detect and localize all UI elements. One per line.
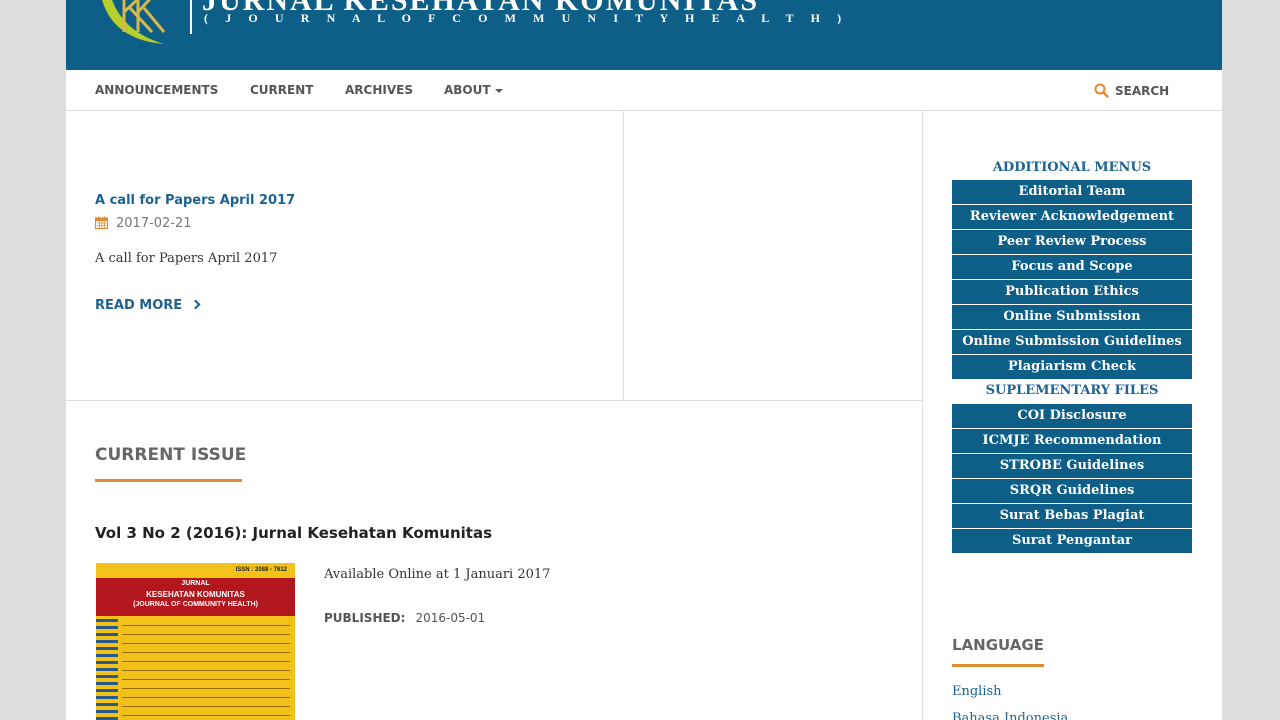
issue-published: PUBLISHED: 2016-05-01 bbox=[324, 611, 485, 625]
cover-content-line bbox=[122, 645, 290, 653]
cover-content-line bbox=[122, 654, 290, 662]
cover-title-line1: JURNAL bbox=[181, 580, 210, 587]
sidebar-focus-and-scope[interactable]: Focus and Scope bbox=[952, 255, 1192, 279]
site-subtitle: ( J O U R N A L O F C O M M U N I T Y H … bbox=[204, 11, 849, 25]
language-bahasa-indonesia[interactable]: Bahasa Indonesia bbox=[952, 711, 1068, 720]
cover-content-line bbox=[122, 636, 290, 644]
issue-cover-image[interactable]: ISSN : 2088 - 7612 JURNAL KESEHATAN KOMU… bbox=[96, 563, 295, 720]
nav-archives[interactable]: ARCHIVES bbox=[345, 83, 413, 97]
cover-content-line bbox=[122, 690, 290, 698]
issue-title[interactable]: Vol 3 No 2 (2016): Jurnal Kesehatan Komu… bbox=[95, 524, 492, 542]
site-header: JURNAL KESEHATAN KOMUNITAS ( J O U R N A… bbox=[66, 0, 1222, 70]
published-date: 2016-05-01 bbox=[415, 611, 486, 625]
section-divider bbox=[66, 400, 923, 401]
sidebar-online-submission-guidelines[interactable]: Online Submission Guidelines bbox=[952, 330, 1192, 354]
sidebar-icmje-recommendation[interactable]: ICMJE Recommendation bbox=[952, 429, 1192, 453]
read-more-label: READ MORE bbox=[95, 298, 183, 313]
search-link[interactable]: SEARCH bbox=[1094, 83, 1169, 98]
announcement-title[interactable]: A call for Papers April 2017 bbox=[95, 193, 295, 208]
search-label: SEARCH bbox=[1115, 84, 1170, 98]
sidebar-reviewer-acknowledgement[interactable]: Reviewer Acknowledgement bbox=[952, 205, 1192, 229]
heading-underline bbox=[95, 479, 242, 482]
supplementary-files-heading: SUPLEMENTARY FILES bbox=[985, 383, 1159, 398]
read-more-link[interactable]: READ MORE bbox=[95, 298, 201, 313]
cover-content-line bbox=[122, 672, 290, 680]
sidebar-editorial-team[interactable]: Editorial Team bbox=[952, 180, 1192, 204]
sidebar-strobe-guidelines[interactable]: STROBE Guidelines bbox=[952, 454, 1192, 478]
sidebar-divider bbox=[922, 111, 923, 720]
sidebar-srqr-guidelines[interactable]: SRQR Guidelines bbox=[952, 479, 1192, 503]
announcement-date-text: 2017-02-21 bbox=[116, 216, 192, 231]
sidebar-surat-bebas-plagiat[interactable]: Surat Bebas Plagiat bbox=[952, 504, 1192, 528]
sidebar-plagiarism-check[interactable]: Plagiarism Check bbox=[952, 355, 1192, 379]
sidebar-publication-ethics[interactable]: Publication Ethics bbox=[952, 280, 1192, 304]
cover-content-line bbox=[122, 708, 290, 716]
issue-description: Available Online at 1 Januari 2017 bbox=[324, 567, 551, 582]
nav-announcements[interactable]: ANNOUNCEMENTS bbox=[95, 83, 218, 97]
announcement-divider bbox=[623, 111, 624, 401]
nav-about-label: ABOUT bbox=[444, 83, 491, 97]
nav-current[interactable]: CURRENT bbox=[250, 83, 313, 97]
cover-content-line bbox=[122, 618, 290, 626]
page: JURNAL KESEHATAN KOMUNITAS ( J O U R N A… bbox=[66, 0, 1222, 720]
journal-logo[interactable] bbox=[94, 0, 184, 46]
language-english[interactable]: English bbox=[952, 684, 1002, 699]
cover-stripes bbox=[96, 619, 118, 720]
sidebar-surat-pengantar[interactable]: Surat Pengantar bbox=[952, 529, 1192, 553]
search-icon bbox=[1094, 83, 1109, 98]
cover-title-line2: KESEHATAN KOMUNITAS bbox=[146, 590, 245, 599]
cover-content-line bbox=[122, 681, 290, 689]
cover-content-line bbox=[122, 627, 290, 635]
calendar-icon bbox=[95, 216, 108, 229]
cover-content-line bbox=[122, 663, 290, 671]
caret-down-icon bbox=[494, 88, 503, 93]
cover-issn: ISSN : 2088 - 7612 bbox=[235, 567, 287, 573]
current-issue-heading: CURRENT ISSUE bbox=[95, 445, 247, 465]
additional-menus-heading: ADDITIONAL MENUS bbox=[992, 160, 1152, 175]
cover-title-line3: (JOURNAL OF COMMUNITY HEALTH) bbox=[133, 601, 258, 608]
nav-about[interactable]: ABOUT bbox=[444, 83, 503, 97]
sidebar-online-submission[interactable]: Online Submission bbox=[952, 305, 1192, 329]
published-label: PUBLISHED: bbox=[324, 611, 406, 625]
cover-content-line bbox=[122, 699, 290, 707]
language-heading: LANGUAGE bbox=[952, 636, 1044, 654]
cover-contents bbox=[122, 618, 290, 720]
announcement-date: 2017-02-21 bbox=[95, 216, 192, 231]
logo-divider bbox=[190, 0, 192, 34]
language-heading-underline bbox=[952, 664, 1044, 667]
main-nav: ANNOUNCEMENTS CURRENT ARCHIVES ABOUT SEA… bbox=[66, 70, 1222, 111]
announcement-summary: A call for Papers April 2017 bbox=[95, 251, 278, 266]
sidebar-peer-review-process[interactable]: Peer Review Process bbox=[952, 230, 1192, 254]
chevron-right-icon bbox=[190, 299, 201, 310]
sidebar-coi-disclosure[interactable]: COI Disclosure bbox=[952, 404, 1192, 428]
